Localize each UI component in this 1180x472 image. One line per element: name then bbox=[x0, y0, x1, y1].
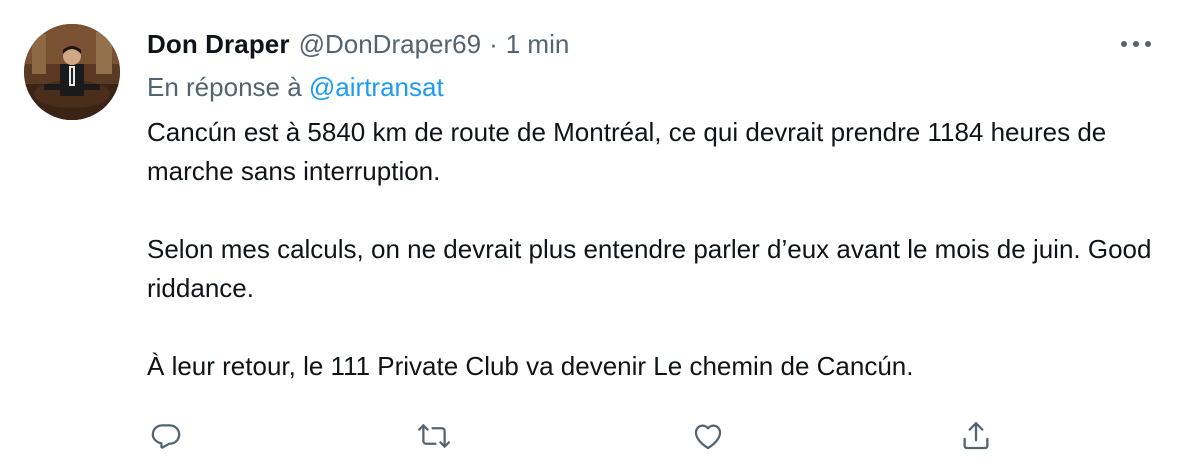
like-button[interactable] bbox=[686, 414, 730, 458]
reply-prefix: En réponse à bbox=[147, 72, 302, 102]
tweet-paragraph: Selon mes calculs, on ne devrait plus en… bbox=[147, 234, 1152, 303]
reply-icon bbox=[151, 424, 181, 449]
tweet-header: Don Draper @DonDraper69 · 1 min bbox=[147, 28, 569, 60]
tweet-card[interactable]: Don Draper @DonDraper69 · 1 min En répon… bbox=[0, 0, 1180, 472]
retweet-icon bbox=[417, 424, 451, 448]
reply-context: En réponse à @airtransat bbox=[147, 72, 444, 103]
tweet-timestamp[interactable]: 1 min bbox=[506, 29, 570, 60]
like-heart-icon bbox=[694, 424, 722, 450]
tweet-paragraph: Cancún est à 5840 km de route de Montréa… bbox=[147, 117, 1107, 186]
retweet-button[interactable] bbox=[412, 414, 456, 458]
avatar[interactable] bbox=[24, 24, 120, 120]
tweet-text: Cancún est à 5840 km de route de Montréa… bbox=[147, 113, 1167, 386]
reply-button[interactable] bbox=[144, 414, 188, 458]
author-name[interactable]: Don Draper bbox=[147, 29, 290, 60]
more-options-button[interactable] bbox=[1116, 30, 1156, 58]
share-icon bbox=[963, 422, 989, 450]
reply-mention-link[interactable]: @airtransat bbox=[309, 72, 444, 102]
header-separator: · bbox=[489, 28, 498, 59]
tweet-paragraph: À leur retour, le 111 Private Club va de… bbox=[147, 351, 914, 381]
tweet-actions bbox=[0, 414, 1180, 458]
share-button[interactable] bbox=[954, 414, 998, 458]
author-handle[interactable]: @DonDraper69 bbox=[299, 29, 481, 60]
avatar-photo bbox=[24, 24, 120, 120]
more-options-icon bbox=[1121, 41, 1151, 47]
